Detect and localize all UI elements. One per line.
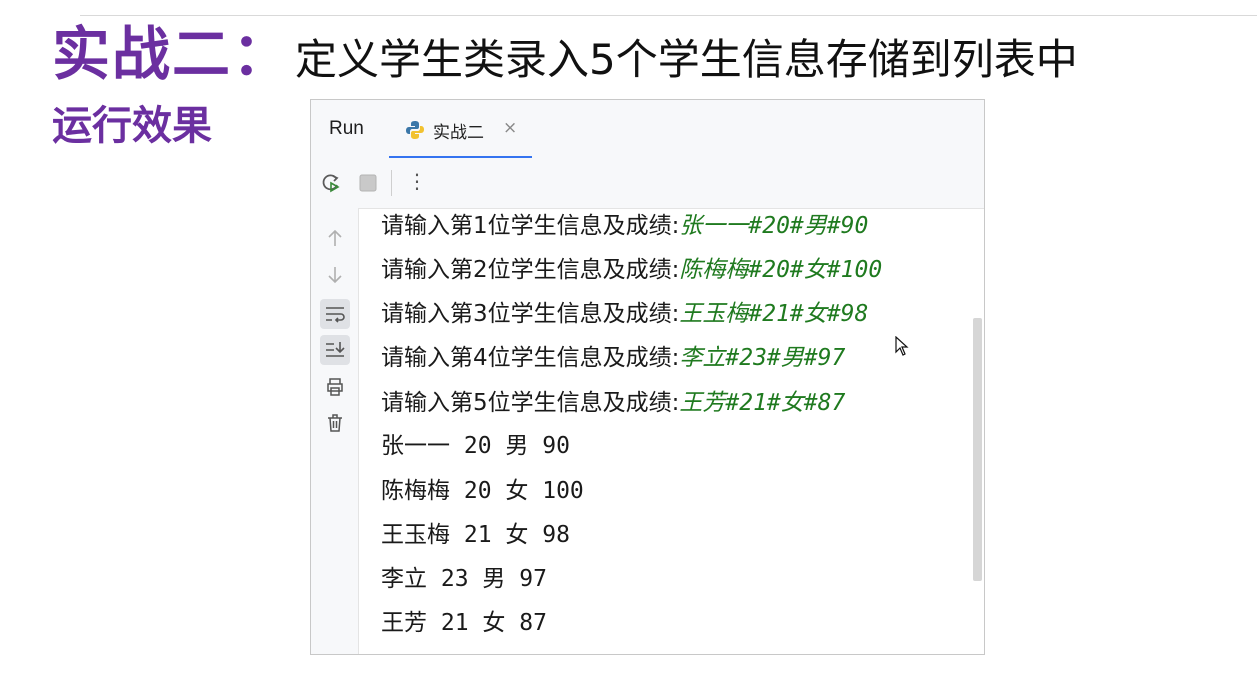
top-divider [80, 15, 1257, 16]
more-icon[interactable]: ⋮ [407, 169, 427, 193]
input-prompt: 请输入第3位学生信息及成绩: [381, 301, 680, 327]
print-icon[interactable] [323, 375, 347, 399]
trash-icon[interactable] [323, 411, 347, 435]
run-toolbar: ⋮ [311, 158, 984, 209]
console-input-line: 请输入第4位学生信息及成绩:李立#23#男#97 [381, 336, 845, 380]
input-prompt: 请输入第4位学生信息及成绩: [381, 345, 680, 371]
run-tool-window: Run 实战二 × ⋮ 请输入第1位学生信息及成绩:张一一#20#男#90 请输… [310, 99, 985, 655]
console-input-line: 请输入第2位学生信息及成绩:陈梅梅#20#女#100 [381, 248, 882, 292]
user-input: 陈梅梅#20#女#100 [679, 257, 883, 283]
python-icon [406, 121, 424, 139]
console-output-line: 张一一 20 男 90 [381, 433, 570, 459]
rerun-icon[interactable] [320, 172, 342, 194]
console-gutter [311, 208, 359, 654]
soft-wrap-icon[interactable] [320, 299, 350, 329]
mouse-cursor-icon [895, 336, 909, 356]
toolbar-separator [391, 170, 392, 196]
console-output-line: 陈梅梅 20 女 100 [381, 478, 584, 504]
run-label: Run [329, 118, 364, 139]
console-output-line: 王芳 21 女 87 [381, 610, 547, 636]
console-input-line: 请输入第1位学生信息及成绩:张一一#20#男#90 [381, 208, 868, 248]
console-output-line: 李立 23 男 97 [381, 566, 547, 592]
tab-label: 实战二 [433, 123, 484, 143]
user-input: 张一一#20#男#90 [679, 213, 869, 239]
console-output-line: 王玉梅 21 女 98 [381, 522, 570, 548]
input-prompt: 请输入第1位学生信息及成绩: [381, 213, 680, 239]
console-input-line: 请输入第5位学生信息及成绩:王芳#21#女#87 [381, 381, 845, 425]
console-input-line: 请输入第3位学生信息及成绩:王玉梅#21#女#98 [381, 292, 868, 336]
arrow-up-icon[interactable] [323, 226, 347, 250]
section-label: 运行效果 [52, 103, 212, 149]
input-prompt: 请输入第2位学生信息及成绩: [381, 257, 680, 283]
user-input: 王芳#21#女#87 [679, 390, 846, 416]
slide-title: 实战二： [52, 20, 293, 88]
user-input: 李立#23#男#97 [679, 345, 846, 371]
stop-icon[interactable] [357, 172, 379, 194]
arrow-down-icon[interactable] [323, 263, 347, 287]
close-icon[interactable]: × [503, 118, 517, 138]
scroll-to-end-icon[interactable] [320, 335, 350, 365]
user-input: 王玉梅#21#女#98 [679, 301, 869, 327]
slide-subtitle: 定义学生类录入5个学生信息存储到列表中 [295, 35, 1078, 84]
input-prompt: 请输入第5位学生信息及成绩: [381, 390, 680, 416]
tab-run-config[interactable]: 实战二 × [389, 100, 532, 159]
vertical-scrollbar[interactable] [973, 318, 982, 581]
console-output[interactable]: 请输入第1位学生信息及成绩:张一一#20#男#90 请输入第2位学生信息及成绩:… [359, 208, 970, 654]
run-tab-bar: Run 实战二 × [311, 100, 984, 159]
